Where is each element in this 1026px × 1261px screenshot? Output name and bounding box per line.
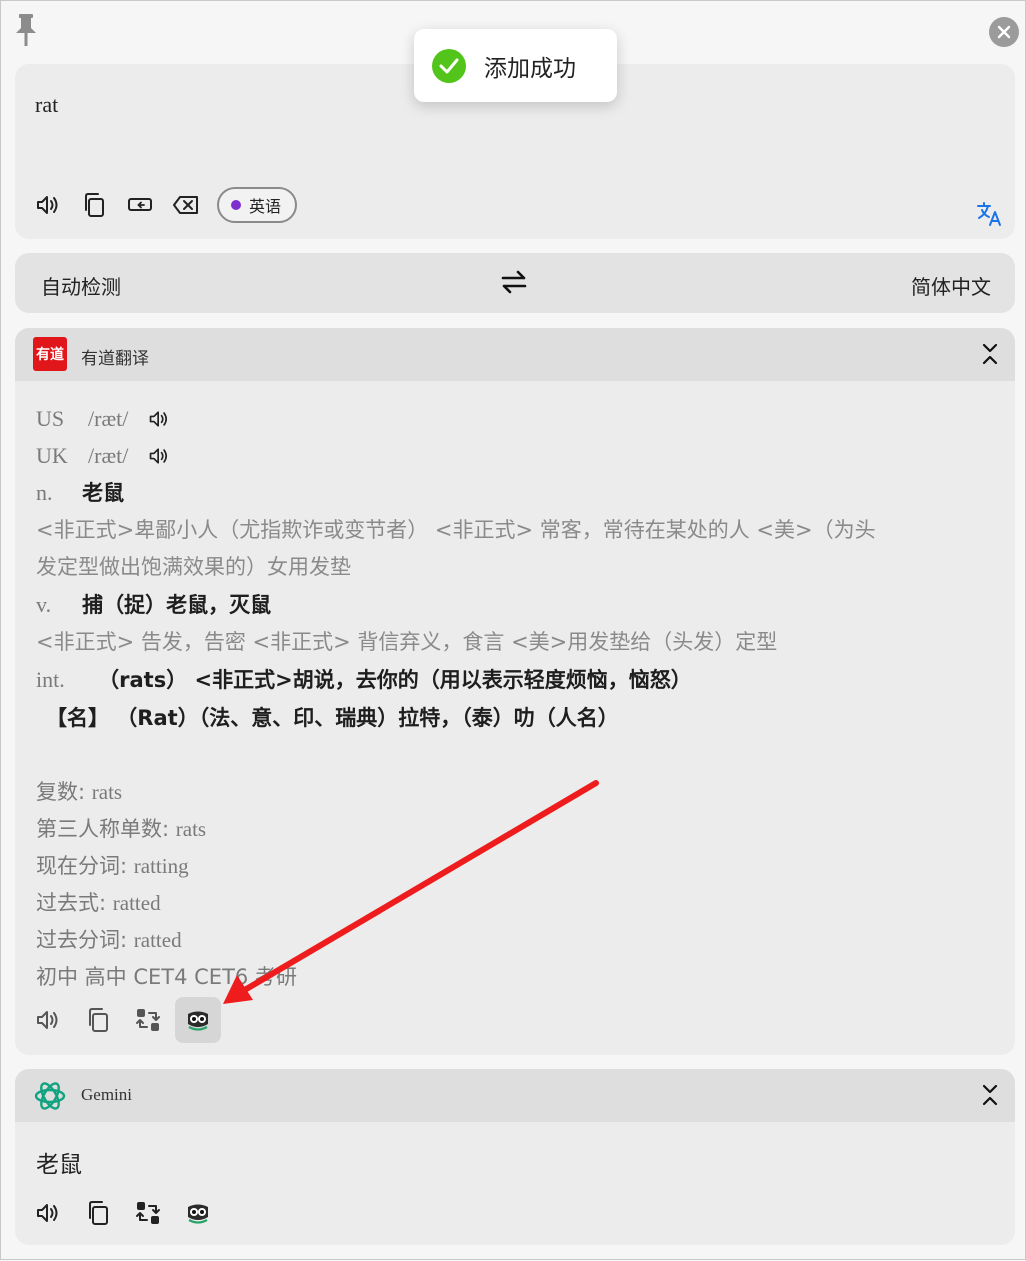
- copy-button[interactable]: [75, 1190, 121, 1236]
- exam-levels: 初中 高中 CET4 CET6 考研: [36, 965, 297, 989]
- translator-window: 添加成功 rat 英语 自动检测 简体中文 有道 有道翻译 US /ræt/ U…: [0, 0, 1026, 1260]
- line-wrap-icon: [128, 198, 152, 211]
- retranslate-button[interactable]: [125, 1190, 171, 1236]
- translate-icon: [977, 202, 1001, 226]
- source-language-select[interactable]: 自动检测: [41, 271, 121, 300]
- form-label: 第三人称单数:: [36, 817, 176, 841]
- definition-extra: 发定型做出饱满效果的）女用发垫: [36, 555, 351, 579]
- speaker-icon[interactable]: [148, 445, 170, 467]
- gemini-translation: 老鼠: [36, 1152, 82, 1178]
- gemini-logo-icon: [33, 1079, 67, 1118]
- speaker-button[interactable]: [25, 997, 71, 1043]
- speaker-icon[interactable]: [148, 408, 170, 430]
- youdao-result-panel: 有道 有道翻译 US /ræt/ UK /ræt/ n. 老鼠 <非正式>卑鄙小…: [15, 328, 1015, 1055]
- close-button[interactable]: [989, 17, 1019, 47]
- target-language-select[interactable]: 简体中文: [911, 271, 991, 300]
- language-dot: [231, 200, 241, 210]
- part-of-speech: n.: [36, 480, 53, 505]
- phonetic-us: US /ræt/: [36, 400, 995, 437]
- form-label: 过去分词:: [36, 928, 134, 952]
- speaker-button[interactable]: [25, 182, 71, 228]
- swap-languages-button[interactable]: [499, 267, 529, 302]
- form-label: 复数:: [36, 780, 92, 804]
- retranslate-button[interactable]: [125, 997, 171, 1043]
- eudic-owl-icon: [188, 1011, 208, 1031]
- gemini-result-panel: Gemini 老鼠: [15, 1069, 1015, 1245]
- word-form: 现在分词: ratting: [36, 848, 995, 885]
- speaker-icon: [37, 1011, 58, 1029]
- youdao-result-toolbar: [25, 997, 225, 1043]
- copy-icon: [89, 1008, 108, 1032]
- detected-language-badge[interactable]: 英语: [217, 187, 298, 223]
- form-value: rats: [91, 780, 123, 804]
- eudic-owl-icon: [188, 1204, 208, 1224]
- collapse-icon: [982, 343, 998, 365]
- phonetic-ipa: /ræt/: [88, 406, 129, 431]
- speaker-icon: [37, 1204, 58, 1222]
- add-to-wordbook-button[interactable]: [175, 997, 221, 1043]
- form-label: 现在分词:: [36, 854, 134, 878]
- definition-verb: v. 捕（捉）老鼠，灭鼠: [36, 586, 995, 624]
- input-toolbar: 英语: [25, 182, 298, 228]
- definition-main: 老鼠: [82, 481, 125, 505]
- source-text-input[interactable]: rat: [35, 92, 58, 118]
- form-value: rats: [175, 817, 207, 841]
- detected-language-label: 英语: [249, 199, 282, 216]
- close-icon: [997, 25, 1011, 39]
- copy-icon: [89, 1201, 108, 1225]
- form-value: ratted: [112, 891, 161, 915]
- copy-button[interactable]: [75, 997, 121, 1043]
- copy-icon: [85, 193, 104, 217]
- collapse-icon: [982, 1084, 998, 1106]
- word-form: 第三人称单数: rats: [36, 811, 995, 848]
- word-form: 复数: rats: [36, 774, 995, 811]
- phonetic-tag: UK: [36, 443, 68, 468]
- form-value: ratted: [133, 928, 182, 952]
- definition-main: 捕（捉）老鼠，灭鼠: [82, 593, 272, 617]
- translate-button[interactable]: [967, 191, 1013, 237]
- engine-name: 有道翻译: [81, 349, 149, 368]
- collapse-button[interactable]: [981, 342, 999, 371]
- form-value: ratting: [133, 854, 189, 878]
- toast-message: 添加成功: [484, 55, 576, 82]
- definition-noun: n. 老鼠: [36, 474, 995, 512]
- language-selector-bar: 自动检测 简体中文: [15, 253, 1015, 313]
- collapse-button[interactable]: [981, 1083, 999, 1112]
- part-of-speech: int.: [36, 667, 65, 692]
- engine-name: Gemini: [81, 1085, 132, 1104]
- definition-interjection: int. （rats） <非正式>胡说，去你的（用以表示轻度烦恼，恼怒）: [36, 661, 995, 699]
- word-form: 过去式: ratted: [36, 885, 995, 922]
- word-form: 过去分词: ratted: [36, 922, 995, 959]
- part-of-speech: v.: [36, 592, 52, 617]
- check-circle-icon: [432, 48, 466, 83]
- definition-main: （rats） <非正式>胡说，去你的（用以表示轻度烦恼，恼怒）: [98, 668, 692, 692]
- clear-button[interactable]: [163, 182, 209, 228]
- definition-extra: <非正式> 告发，告密 <非正式> 背信弃义，食言 <美>用发垫给（头发）定型: [36, 630, 778, 654]
- definition-main: 【名】 （Rat）（法、意、印、瑞典）拉特，（泰）叻（人名）: [46, 706, 619, 730]
- youdao-result-header[interactable]: 有道 有道翻译: [15, 328, 1015, 381]
- pin-icon[interactable]: [13, 13, 39, 47]
- success-toast: 添加成功: [414, 29, 617, 102]
- add-to-wordbook-button[interactable]: [175, 1190, 221, 1236]
- gemini-result-header[interactable]: Gemini: [15, 1069, 1015, 1122]
- copy-button[interactable]: [71, 182, 117, 228]
- line-wrap-button[interactable]: [117, 182, 163, 228]
- swap-arrows-icon: [501, 270, 527, 294]
- phonetic-uk: UK /ræt/: [36, 437, 995, 474]
- speaker-icon: [37, 196, 58, 214]
- phonetic-ipa: /ræt/: [88, 443, 129, 468]
- speaker-button[interactable]: [25, 1190, 71, 1236]
- definition-extra: <非正式>卑鄙小人（尤指欺诈或变节者） <非正式> 常客，常待在某处的人 <美>…: [36, 518, 876, 542]
- phonetic-tag: US: [36, 406, 65, 431]
- gemini-result-toolbar: [25, 1190, 225, 1236]
- form-label: 过去式:: [36, 891, 113, 915]
- clear-icon: [173, 196, 198, 214]
- definition-name: 【名】 （Rat）（法、意、印、瑞典）拉特，（泰）叻（人名）: [36, 699, 995, 737]
- dictionary-result: US /ræt/ UK /ræt/ n. 老鼠 <非正式>卑鄙小人（尤指欺诈或变…: [36, 400, 995, 996]
- youdao-logo: 有道: [33, 337, 67, 371]
- retranslate-icon: [136, 1009, 160, 1031]
- retranslate-icon: [136, 1202, 160, 1224]
